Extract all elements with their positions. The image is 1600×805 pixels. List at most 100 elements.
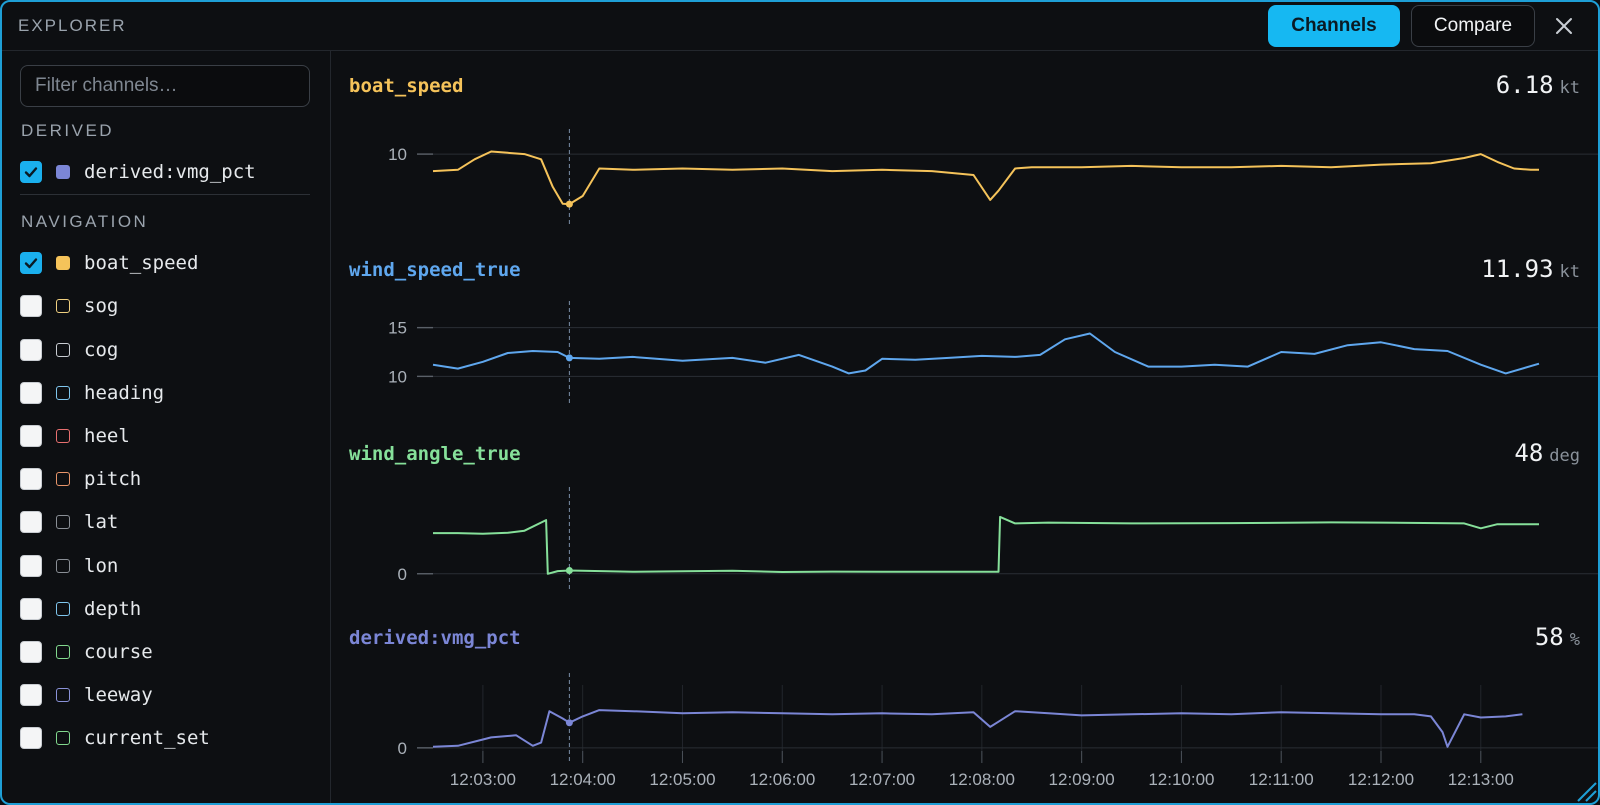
channel-current-value: 6.18 kt	[1496, 71, 1580, 99]
channel-item-depth[interactable]: depth	[20, 594, 320, 624]
value-unit: deg	[1549, 446, 1580, 466]
checkbox-icon[interactable]	[20, 554, 42, 577]
color-swatch	[56, 165, 70, 179]
x-tick-label: 12:11:00	[1249, 770, 1314, 789]
channel-title: boat_speed	[349, 75, 464, 97]
channel-current-value: 48 deg	[1514, 439, 1580, 467]
channel-label: heading	[84, 381, 165, 404]
channel-label: current_set	[84, 727, 210, 750]
channel-item-heel[interactable]: heel	[20, 421, 320, 451]
color-swatch	[56, 645, 70, 659]
checkbox-icon[interactable]	[20, 425, 42, 447]
color-swatch	[56, 299, 70, 314]
checkbox-icon[interactable]	[20, 468, 42, 491]
y-tick-label: 0	[398, 565, 407, 584]
section-title-derived: DERIVED	[21, 121, 115, 140]
channel-title: derived:vmg_pct	[349, 627, 521, 649]
color-swatch	[56, 688, 70, 703]
value-unit: kt	[1559, 78, 1580, 98]
x-tick-label: 12:07:00	[849, 770, 915, 789]
channel-label: cog	[84, 338, 119, 361]
checkbox-icon[interactable]	[20, 597, 42, 620]
channel-item-leeway[interactable]: leeway	[20, 680, 320, 710]
color-swatch	[56, 256, 70, 271]
channel-plots[interactable]: 12:03:00 12:04:00 12:05:00 12:06:00 12:07:00…	[331, 51, 1598, 803]
channel-current-value: 58%	[1535, 623, 1580, 651]
channel-title: wind_speed_true	[349, 259, 521, 281]
channel-label: pitch	[84, 468, 142, 491]
plot-area: boat_speed 6.18 kt wind_speed_true 11.93 kt wi…	[331, 51, 1598, 803]
filter-channels-input[interactable]	[20, 65, 310, 107]
channel-label: depth	[84, 597, 142, 620]
channel-item-heading[interactable]: heading	[20, 378, 320, 408]
app-title: EXPLORER	[18, 16, 127, 35]
channel-label: lat	[84, 511, 119, 534]
section-title-navigation: NAVIGATION	[21, 212, 149, 232]
x-tick-label: 12:04:00	[550, 770, 616, 789]
color-swatch	[56, 558, 70, 573]
channel-item-lat[interactable]: lat	[20, 507, 320, 537]
channels-button[interactable]: Channels	[1268, 5, 1400, 47]
value-unit: %	[1569, 630, 1580, 650]
color-swatch	[56, 385, 70, 400]
channel-item-lon[interactable]: lon	[20, 551, 320, 581]
value-unit: kt	[1559, 262, 1580, 282]
checkbox-icon[interactable]	[20, 295, 42, 318]
color-swatch	[56, 515, 70, 530]
color-swatch	[56, 342, 70, 357]
x-tick-label: 12:12:00	[1348, 770, 1414, 789]
channel-item-cog[interactable]: cog	[20, 335, 320, 365]
y-tick-label: 15	[388, 319, 407, 338]
checkbox-icon[interactable]	[20, 381, 42, 404]
value-number: 6.18	[1495, 71, 1554, 99]
channel-label: derived:vmg_pct	[84, 161, 256, 183]
y-tick-label: 10	[388, 145, 407, 164]
x-tick-label: 12:10:00	[1148, 770, 1214, 789]
resize-handle-icon[interactable]	[1574, 779, 1598, 803]
channel-title: wind_angle_true	[349, 443, 521, 465]
channel-item-current-set[interactable]: current_set	[20, 723, 320, 753]
cursor-point	[565, 354, 573, 362]
series-line-boat-speed	[432, 150, 1539, 206]
series-line-derived-vmg-pct	[432, 709, 1523, 748]
color-swatch	[56, 731, 70, 746]
y-tick-label: 10	[388, 367, 407, 386]
channel-item-course[interactable]: course	[20, 637, 320, 667]
cursor-point	[565, 200, 573, 208]
checkbox-icon[interactable]	[20, 338, 42, 361]
x-tick-label: 12:06:00	[749, 770, 815, 789]
channel-label: course	[84, 641, 153, 663]
x-tick-label: 12:09:00	[1049, 770, 1115, 789]
color-swatch	[56, 472, 70, 487]
series-line-wind-angle-true	[433, 515, 1539, 575]
top-bar: EXPLORER Channels Compare	[2, 2, 1598, 51]
series-line-wind-speed-true	[432, 332, 1540, 375]
channel-item-derived-vmg-pct[interactable]: derived:vmg_pct	[20, 157, 320, 187]
cursor-point	[565, 719, 573, 727]
y-tick-label: 0	[398, 739, 407, 758]
compare-button[interactable]: Compare	[1411, 5, 1535, 47]
channel-item-pitch[interactable]: pitch	[20, 464, 320, 494]
channel-label: boat_speed	[84, 252, 199, 275]
value-number: 58	[1534, 623, 1564, 651]
channel-label: lon	[84, 554, 119, 577]
x-tick-label: 12:03:00	[450, 770, 516, 789]
explorer-window: EXPLORER Channels Compare DERIVED derived…	[0, 0, 1600, 805]
checkbox-icon[interactable]	[20, 684, 42, 707]
channel-sidebar: DERIVED derived:vmg_pct NAVIGATION boat_spe…	[2, 51, 331, 803]
close-icon[interactable]	[1552, 14, 1576, 38]
checkbox-checked-icon[interactable]	[20, 252, 42, 275]
checkbox-icon[interactable]	[20, 641, 42, 663]
checkbox-icon[interactable]	[20, 727, 42, 750]
channel-label: sog	[84, 295, 119, 318]
channel-item-boat-speed[interactable]: boat_speed	[20, 248, 320, 278]
color-swatch	[56, 429, 70, 443]
channel-label: leeway	[84, 684, 153, 707]
checkbox-icon[interactable]	[20, 511, 42, 534]
checkbox-checked-icon[interactable]	[20, 161, 42, 183]
value-number: 11.93	[1481, 255, 1554, 283]
x-tick-label: 12:08:00	[949, 770, 1015, 789]
x-tick-label: 12:13:00	[1448, 770, 1514, 789]
channel-item-sog[interactable]: sog	[20, 291, 320, 321]
section-divider	[20, 194, 310, 196]
